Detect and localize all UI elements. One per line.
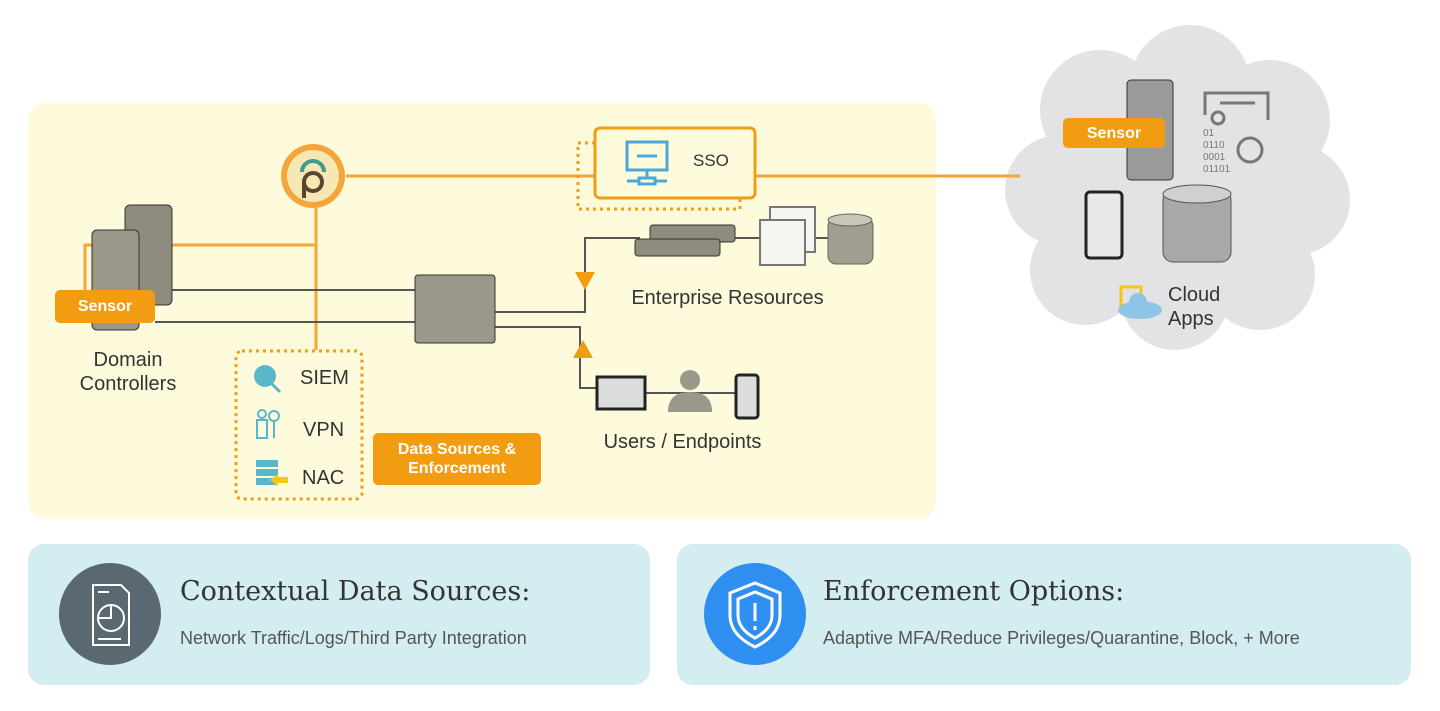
card-title: Contextual Data Sources: <box>180 576 531 607</box>
phone-icon <box>734 373 760 420</box>
network-switch-icon <box>414 274 496 344</box>
binary-line: 01 <box>1203 128 1215 139</box>
database-icon <box>827 213 874 265</box>
badge-line: Data Sources & <box>397 441 517 458</box>
binary-line: 01101 <box>1203 164 1231 175</box>
binary-text: 01 0110 0001 01101 <box>1203 128 1230 176</box>
user-icon <box>668 370 712 412</box>
arrow-up-icon <box>573 340 593 358</box>
label-line: Apps <box>1168 308 1214 330</box>
label-line: Domain <box>93 349 163 371</box>
contextual-data-card: Contextual Data Sources: Network Traffic… <box>28 544 650 685</box>
logo-lock-icon <box>281 144 345 208</box>
domain-controllers-label: Domain Controllers <box>58 348 198 396</box>
server-arrow-icon <box>256 460 288 486</box>
data-sources-badge: Data Sources & Enforcement <box>373 433 541 485</box>
cloud-apps-label: Cloud Apps <box>1168 283 1220 331</box>
cloud-sensor-badge: Sensor <box>1063 118 1165 148</box>
binary-line: 0001 <box>1203 152 1226 163</box>
cloud-phone-icon <box>1084 190 1124 260</box>
enterprise-resources-label: Enterprise Resources <box>631 287 824 309</box>
document-pie-chart-icon <box>59 563 161 665</box>
sso-label: SSO <box>693 151 729 170</box>
label-line: Cloud <box>1168 284 1221 306</box>
sso-box <box>593 126 757 200</box>
shield-alert-icon <box>704 563 806 665</box>
arrow-down-icon <box>575 272 595 290</box>
sensor-badge: Sensor <box>55 290 155 323</box>
card-subtitle: Network Traffic/Logs/Third Party Integra… <box>180 628 527 648</box>
rack-server-icon <box>634 224 736 257</box>
cloud-database-icon <box>1162 184 1232 263</box>
binary-line: 0110 <box>1203 140 1225 151</box>
laptop-icon <box>595 375 647 411</box>
card-subtitle: Adaptive MFA/Reduce Privileges/Quarantin… <box>823 628 1300 648</box>
config-document-icon <box>759 206 816 266</box>
card-title: Enforcement Options: <box>823 576 1125 607</box>
users-endpoints-label: Users / Endpoints <box>603 431 762 453</box>
enforcement-options-card: Enforcement Options: Adaptive MFA/Reduce… <box>677 544 1411 685</box>
label-line: Controllers <box>79 373 177 395</box>
user-key-icon <box>256 409 280 439</box>
data-source-vpn: VPN <box>303 419 345 441</box>
data-source-nac: NAC <box>302 467 345 489</box>
search-chart-icon <box>254 365 282 394</box>
badge-line: Enforcement <box>408 460 506 477</box>
data-source-siem: SIEM <box>300 367 349 389</box>
